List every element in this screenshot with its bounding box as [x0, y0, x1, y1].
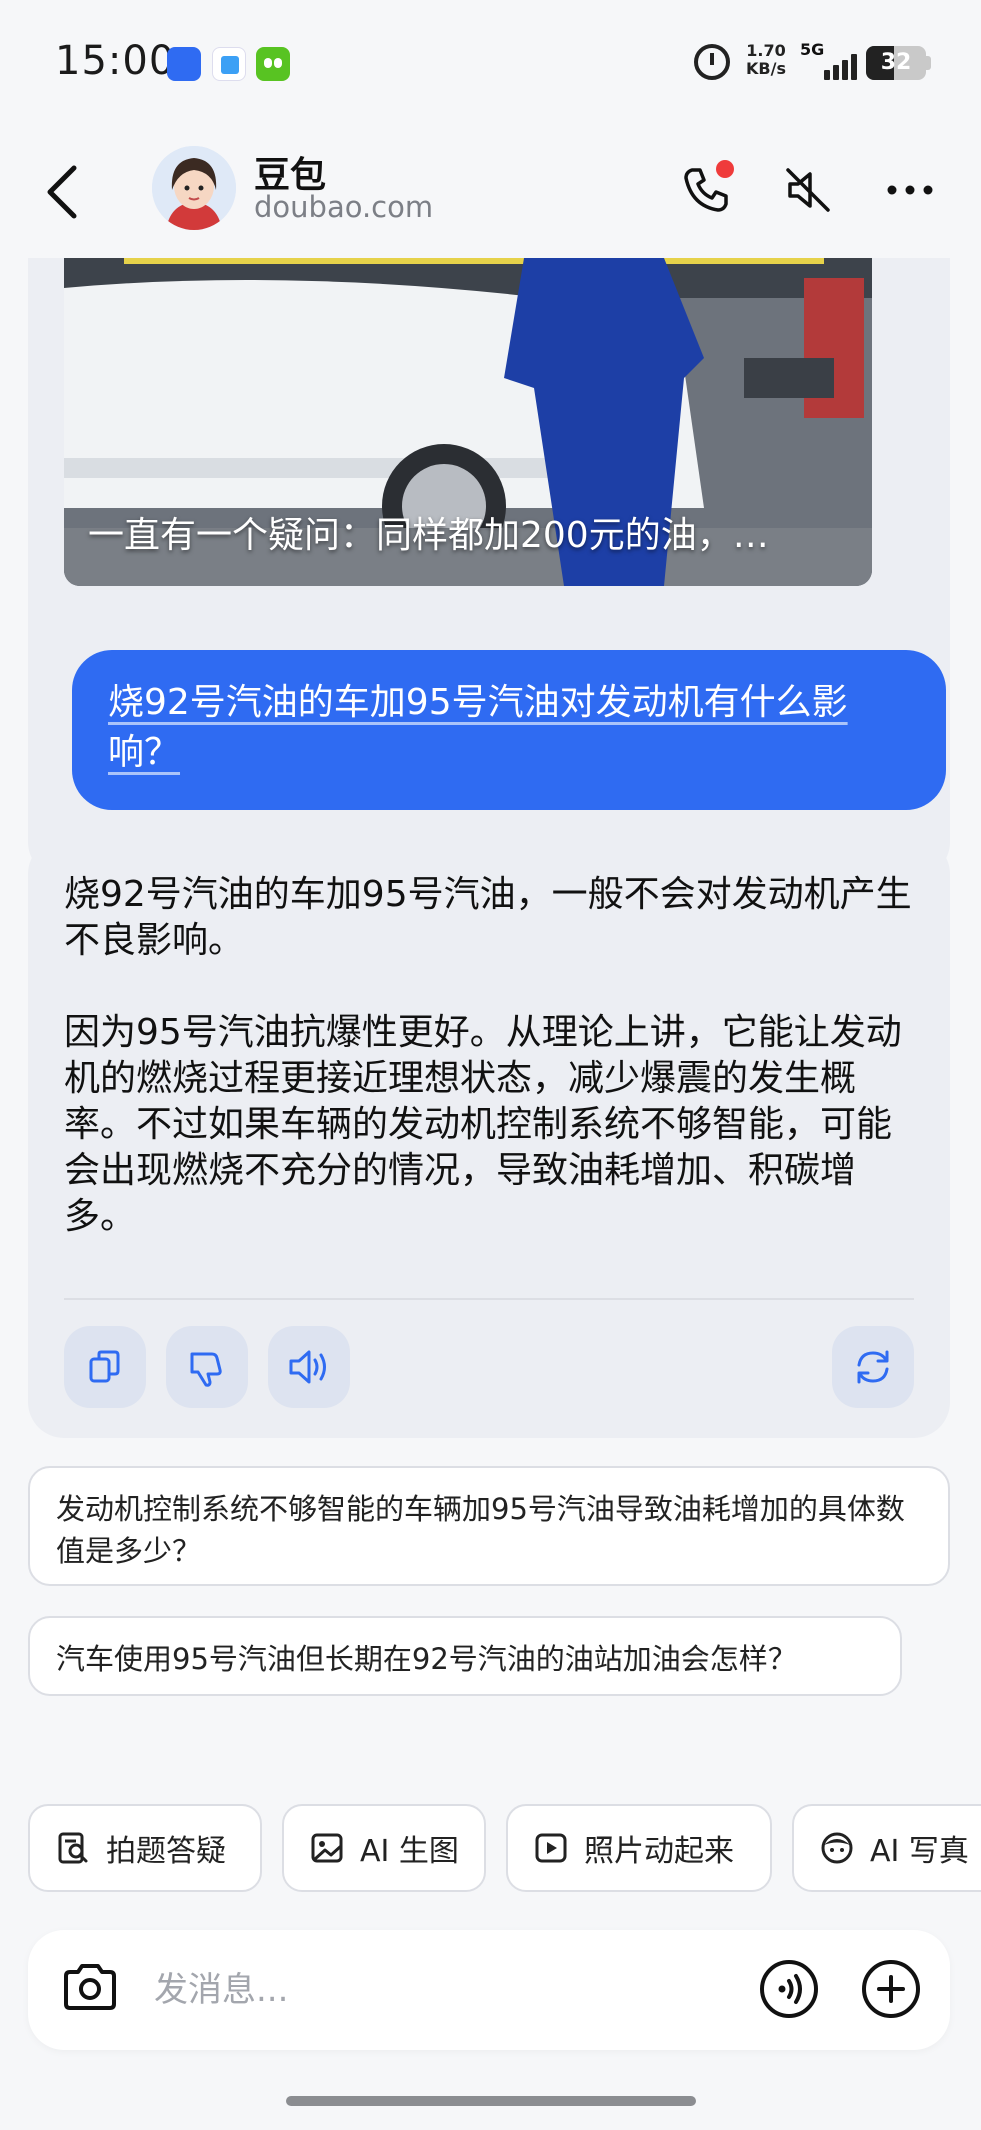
net-speed-value: 1.70: [746, 41, 786, 60]
photo-caption: 一直有一个疑问：同样都加200元的油，…: [88, 515, 769, 556]
image-icon: [311, 1833, 343, 1863]
copy-button[interactable]: [64, 1326, 146, 1408]
voice-input-icon[interactable]: [758, 1958, 820, 2020]
app-notification-icon: [212, 47, 246, 81]
article-photo[interactable]: 一直有一个疑问：同样都加200元的油，…: [64, 258, 872, 586]
chat-subtitle: doubao.com: [254, 190, 434, 224]
tool-animate-photo[interactable]: 照片动起来: [506, 1804, 772, 1892]
signal-icon: 5G: [800, 40, 860, 84]
play-icon: [535, 1833, 567, 1863]
more-icon[interactable]: [882, 162, 938, 218]
signal-bar: [824, 70, 830, 80]
hotspot-notification-icon: [167, 47, 201, 81]
tool-label: AI 生图: [360, 1834, 459, 1869]
user-message-bubble[interactable]: 烧92号汽油的车加95号汽油对发动机有什么影响？: [72, 650, 946, 810]
signal-bar: [833, 65, 839, 80]
chat-header: 豆包 doubao.com: [0, 130, 981, 260]
tool-label: AI 写真: [870, 1834, 969, 1869]
tool-label: 照片动起来: [584, 1834, 734, 1869]
phone-call-icon[interactable]: [678, 160, 734, 218]
face-icon: [821, 1832, 853, 1864]
battery-level: 32: [880, 50, 912, 75]
avatar[interactable]: [152, 146, 236, 230]
network-type: 5G: [800, 40, 825, 59]
net-speed: 1.70 KB/s: [746, 42, 786, 78]
camera-icon[interactable]: [60, 1958, 120, 2018]
tool-label: 拍题答疑: [106, 1834, 226, 1869]
suggestion-text: 发动机控制系统不够智能的车辆加95号汽油导致油耗增加的具体数值是多少？: [56, 1492, 905, 1568]
read-aloud-button[interactable]: [268, 1326, 350, 1408]
speaker-icon: [289, 1350, 326, 1384]
tool-ai-portrait[interactable]: AI 写真: [792, 1804, 981, 1892]
status-time: 15:00: [55, 38, 176, 84]
reply-paragraph-2: 因为95号汽油抗爆性更好。从理论上讲，它能让发动机的燃烧过程更接近理想状态，减少…: [64, 1012, 902, 1237]
more-glyph: [887, 185, 933, 195]
suggested-question-2[interactable]: 汽车使用95号汽油但长期在92号汽油的油站加油会怎样？: [28, 1616, 902, 1696]
chat-scroll-area[interactable]: 一直有一个疑问：同样都加200元的油，… 烧92号汽油的车加95号汽油对发动机有…: [0, 258, 981, 1788]
suggestion-text: 汽车使用95号汽油但长期在92号汽油的油站加油会怎样？: [56, 1642, 797, 1676]
notification-dot: [716, 160, 734, 178]
dislike-button[interactable]: [166, 1326, 248, 1408]
mute-speaker-glyph: [786, 168, 830, 212]
mute-speaker-icon[interactable]: [780, 162, 836, 218]
quick-tools-bar[interactable]: 拍题答疑 AI 生图 照片动起来 AI 写真: [0, 1804, 981, 1894]
signal-bar: [851, 54, 857, 80]
tool-ai-image[interactable]: AI 生图: [282, 1804, 486, 1892]
suggested-question-1[interactable]: 发动机控制系统不够智能的车辆加95号汽油导致油耗增加的具体数值是多少？: [28, 1466, 950, 1586]
home-indicator[interactable]: [286, 2096, 696, 2106]
message-input[interactable]: [154, 1960, 634, 2020]
user-message-text: 烧92号汽油的车加95号汽油对发动机有什么影响？: [108, 682, 848, 773]
tool-photo-question[interactable]: 拍题答疑: [28, 1804, 262, 1892]
regenerate-button[interactable]: [832, 1326, 914, 1408]
assistant-reply-card: 烧92号汽油的车加95号汽油，一般不会对发动机产生不良影响。 因为95号汽油抗爆…: [28, 838, 950, 1438]
signal-bar: [842, 60, 848, 80]
alarm-icon: [694, 44, 730, 80]
net-speed-unit: KB/s: [746, 59, 786, 78]
plus-icon[interactable]: [860, 1958, 922, 2020]
chat-app-notification-icon: [256, 47, 290, 81]
message-input-bar: [28, 1930, 950, 2050]
back-icon[interactable]: [38, 162, 88, 222]
thumbs-down-icon: [190, 1352, 222, 1387]
battery-tip: [926, 56, 931, 70]
photo-question-icon: [58, 1832, 88, 1864]
status-bar: 15:00 1.70 KB/s 5G 32: [0, 0, 981, 130]
avatar-illustration: [152, 146, 236, 230]
divider: [64, 1298, 914, 1300]
reply-paragraph-1: 烧92号汽油的车加95号汽油，一般不会对发动机产生不良影响。: [64, 874, 912, 961]
regenerate-icon: [857, 1350, 889, 1384]
battery-icon: 32: [866, 46, 926, 80]
copy-icon: [89, 1350, 120, 1383]
